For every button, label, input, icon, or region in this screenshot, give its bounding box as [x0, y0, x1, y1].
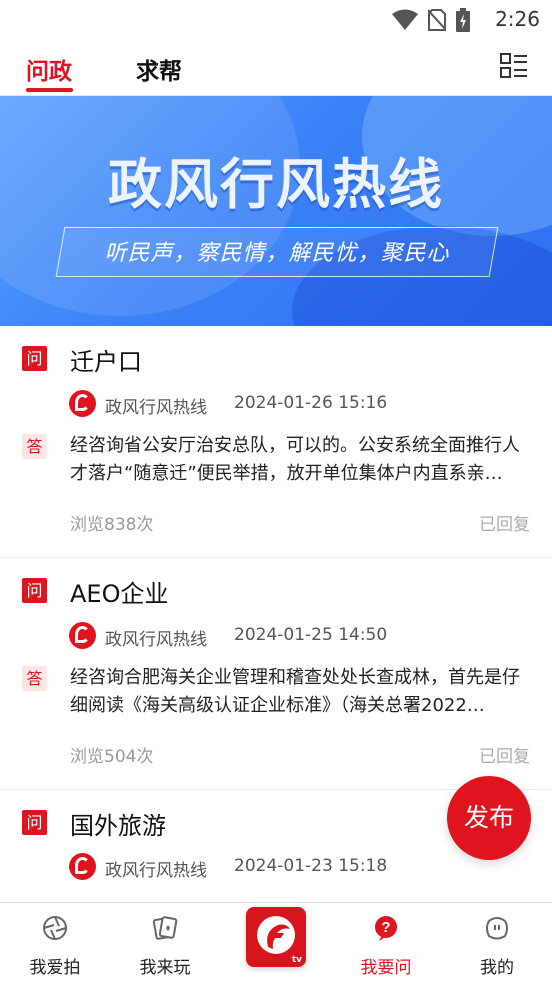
- answer-text: 经咨询合肥海关企业管理和稽查处处长查成林，首先是仔细阅读《海关高级认证企业标准》…: [70, 667, 520, 716]
- camera-aperture-icon: [43, 916, 67, 940]
- question-title: 国外旅游: [70, 812, 166, 840]
- author-name: 政风行风热线: [105, 630, 207, 650]
- nav-item-wode[interactable]: 我的: [442, 903, 552, 983]
- nav-label: 我的: [480, 958, 514, 978]
- question-time: 2024-01-25 14:50: [234, 625, 388, 645]
- status-bar: 2:26: [0, 0, 552, 38]
- anhui-tv-logo[interactable]: tv: [246, 907, 306, 967]
- author-name: 政风行风热线: [105, 398, 207, 418]
- answer-text: 经咨询省公安厅治安总队，可以的。公安系统全面推行人才落户“随意迁”便民举措，放开…: [70, 435, 520, 484]
- status-icons: [392, 8, 470, 32]
- answer-badge: 答: [22, 666, 47, 691]
- banner-title: 政风行风热线: [108, 153, 444, 216]
- view-count: 浏览838次: [70, 515, 154, 535]
- wifi-icon: [392, 9, 418, 30]
- question-time: 2024-01-26 15:16: [234, 393, 388, 413]
- question-badge: 问: [22, 578, 47, 603]
- author-logo-icon: [69, 853, 96, 880]
- cards-icon: [152, 916, 178, 940]
- svg-text:?: ?: [381, 919, 390, 936]
- status-badge: 已回复: [479, 747, 530, 767]
- status-badge: 已回复: [479, 515, 530, 535]
- banner-slogan: 听民声，察民情，解民忧，聚民心: [104, 241, 450, 266]
- nav-item-woaipai[interactable]: 我爱拍: [0, 903, 110, 983]
- question-title: 迁户口: [70, 348, 142, 376]
- question-time: 2024-01-23 15:18: [234, 856, 388, 876]
- battery-charging-icon: [456, 8, 470, 32]
- question-card[interactable]: 问 AEO企业 政风行风热线 2024-01-25 14:50 答 经咨询合肥海…: [0, 558, 552, 790]
- author-name: 政风行风热线: [105, 861, 207, 881]
- question-card[interactable]: 问 迁户口 政风行风热线 2024-01-26 15:16 答 经咨询省公安厅治…: [0, 326, 552, 558]
- nav-label: 我爱拍: [29, 958, 81, 978]
- answer-badge: 答: [22, 434, 47, 459]
- author-logo-icon: [69, 622, 96, 649]
- tab-wenzheng[interactable]: 问政: [26, 52, 72, 86]
- nav-label: 我要问: [360, 958, 412, 978]
- status-time: 2:26: [495, 7, 540, 31]
- author-logo-icon: [69, 390, 96, 417]
- question-badge: 问: [22, 810, 47, 835]
- top-tab-bar: 问政 求帮: [0, 38, 552, 96]
- logo-text: tv: [291, 955, 302, 965]
- nav-label: 我来玩: [139, 958, 191, 978]
- publish-button[interactable]: 发布: [447, 776, 531, 860]
- question-title: AEO企业: [70, 580, 169, 608]
- nav-item-woyaowen[interactable]: ? 我要问: [331, 903, 441, 983]
- question-icon: ?: [375, 916, 397, 941]
- view-count: 浏览504次: [70, 747, 154, 767]
- question-badge: 问: [22, 346, 47, 371]
- banner[interactable]: 政风行风热线 听民声，察民情，解民忧，聚民心: [0, 96, 552, 326]
- profile-icon: [486, 917, 508, 940]
- no-sim-icon: [428, 9, 446, 31]
- list-menu-icon[interactable]: [500, 52, 528, 80]
- nav-item-wolaiwan[interactable]: 我来玩: [110, 903, 220, 983]
- tab-qiubang[interactable]: 求帮: [136, 52, 182, 86]
- active-tab-indicator: [26, 88, 73, 92]
